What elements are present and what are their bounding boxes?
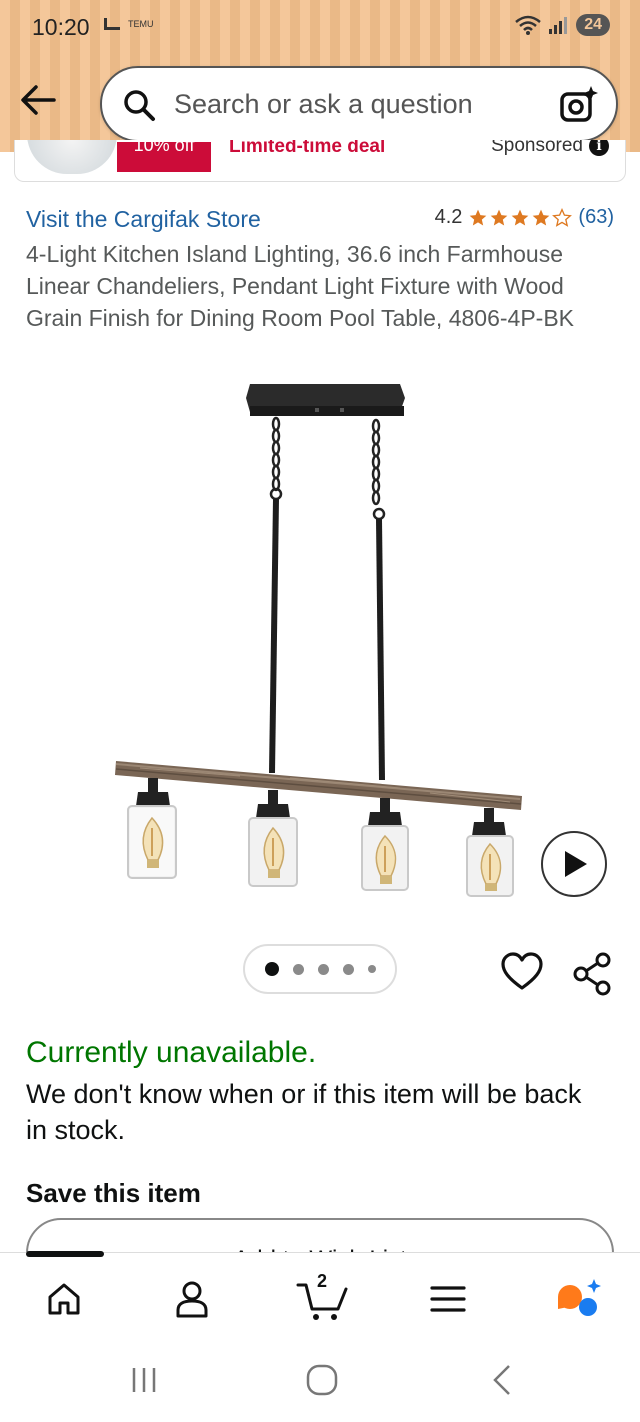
product-title: 4-Light Kitchen Island Lighting, 36.6 in… — [26, 241, 575, 331]
ad-discount-badge: 10% off — [117, 142, 211, 172]
play-video-button[interactable] — [541, 831, 607, 897]
android-nav-bar — [0, 1342, 640, 1422]
share-button[interactable] — [572, 952, 616, 1000]
heart-icon — [501, 952, 543, 990]
nav-account[interactable] — [164, 1275, 220, 1323]
ad-thumbnail — [27, 140, 117, 174]
signal-icon — [548, 15, 570, 35]
menu-icon — [430, 1286, 466, 1312]
sponsored-label[interactable]: Sponsored i — [491, 140, 609, 157]
status-right: 24 — [514, 14, 610, 36]
rating-summary[interactable]: 4.2 (63) — [435, 206, 614, 229]
ad-discount-text: 10% off — [133, 142, 195, 155]
chandelier-illustration — [115, 384, 522, 897]
app-screen: 10:20 TEMU 24 Search or ask a question 1… — [0, 0, 640, 1422]
nav-home[interactable] — [36, 1275, 92, 1323]
rating-count: (63) — [578, 206, 614, 228]
status-notifications: TEMU — [104, 18, 154, 30]
battery-indicator: 24 — [576, 14, 610, 36]
back-chevron-icon — [493, 1365, 510, 1395]
nav-rufus[interactable] — [550, 1275, 606, 1323]
back-system-button[interactable] — [482, 1360, 522, 1400]
info-icon[interactable]: i — [589, 140, 609, 156]
nav-active-indicator — [26, 1251, 104, 1257]
availability-status: Currently unavailable. — [26, 1036, 317, 1069]
status-time: 10:20 — [32, 14, 90, 40]
search-icon — [122, 88, 158, 129]
stock-message: We don't know when or if this item will … — [26, 1079, 582, 1145]
bottom-nav: 2 — [0, 1251, 640, 1342]
recent-apps-button[interactable] — [124, 1360, 164, 1400]
star-full-icon — [470, 209, 487, 225]
account-icon — [176, 1281, 208, 1318]
pagination-dot-5[interactable] — [367, 965, 376, 973]
star-full-icon — [533, 209, 550, 225]
back-button[interactable] — [18, 82, 62, 122]
temu-notification-icon: TEMU — [128, 18, 154, 29]
share-icon — [573, 952, 611, 996]
camera-icon[interactable] — [558, 84, 598, 129]
star-empty-icon — [552, 207, 573, 227]
pagination-dot-4[interactable] — [342, 963, 354, 975]
home-circle-icon — [306, 1364, 338, 1396]
cart-count: 2 — [317, 1271, 328, 1291]
play-icon — [565, 851, 587, 877]
product-image[interactable] — [100, 378, 540, 908]
back-arrow-icon — [21, 85, 56, 115]
sponsored-text: Sponsored — [491, 140, 583, 156]
image-pagination[interactable] — [243, 944, 397, 994]
nav-cart[interactable]: 2 — [294, 1271, 350, 1323]
home-system-button[interactable] — [302, 1360, 342, 1400]
wishlist-heart-button[interactable] — [500, 952, 544, 996]
rating-value: 4.2 — [434, 206, 463, 228]
ad-deal-label: Limited-time deal — [229, 140, 386, 157]
rufus-icon — [558, 1279, 601, 1316]
store-link[interactable]: Visit the Cargifak Store — [26, 206, 261, 233]
star-rating — [468, 207, 573, 228]
pagination-dot-1[interactable] — [264, 962, 279, 976]
nav-menu[interactable] — [420, 1275, 476, 1323]
pagination-dot-3[interactable] — [317, 963, 329, 975]
star-full-icon — [512, 209, 529, 225]
search-bar[interactable] — [100, 66, 618, 142]
star-full-icon — [491, 209, 508, 225]
header: 10:20 TEMU 24 — [0, 0, 640, 152]
sponsored-ad-strip[interactable]: 10% off Limited-time deal Sponsored i — [14, 140, 626, 182]
search-input[interactable] — [174, 82, 534, 126]
notification-icon — [104, 18, 120, 30]
pagination-dot-2[interactable] — [292, 963, 304, 975]
save-item-heading: Save this item — [26, 1178, 201, 1208]
recent-apps-icon — [132, 1368, 156, 1392]
home-icon — [48, 1283, 80, 1315]
status-bar: 10:20 TEMU 24 — [0, 0, 640, 58]
wifi-icon — [514, 14, 542, 36]
